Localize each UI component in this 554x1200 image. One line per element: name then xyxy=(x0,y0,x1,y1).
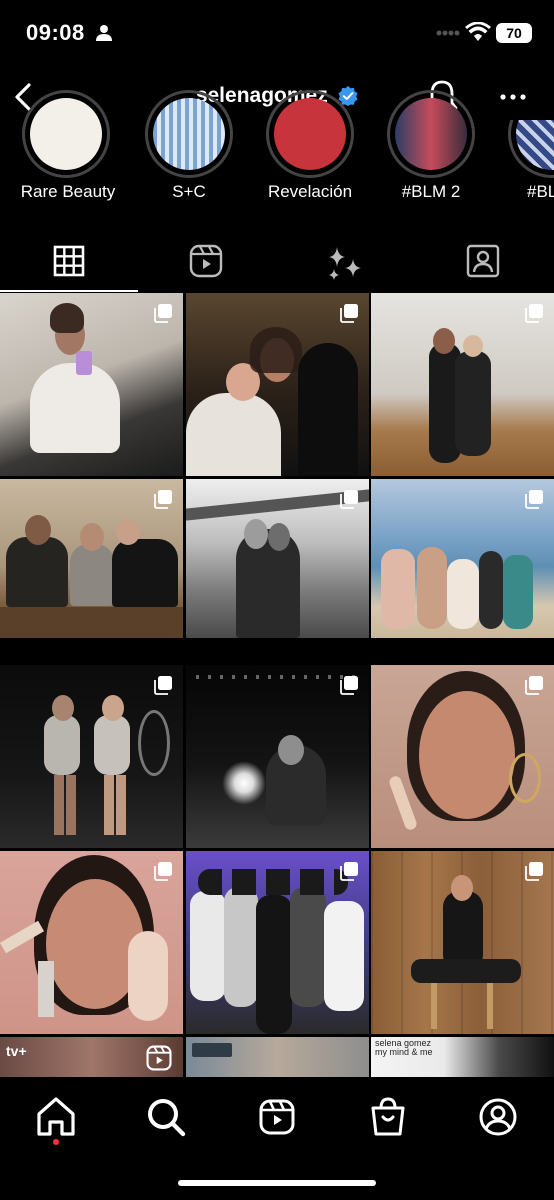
status-time: 09:08 xyxy=(26,20,85,45)
profile-icon[interactable] xyxy=(474,1093,522,1141)
highlight-label: S+C xyxy=(172,182,206,201)
post-thumbnail[interactable] xyxy=(186,665,369,848)
post-thumbnail[interactable] xyxy=(371,665,554,848)
highlight-blm-partial[interactable] xyxy=(506,120,554,178)
post-thumbnail[interactable] xyxy=(186,1037,369,1077)
post-thumbnail[interactable] xyxy=(186,851,369,1034)
highlight-label: Revelación xyxy=(267,182,353,201)
post-thumbnail[interactable]: selena gomez my mind & me xyxy=(371,1037,554,1077)
reels-icon[interactable] xyxy=(253,1093,301,1141)
carousel-badge-icon xyxy=(525,676,543,695)
more-options-icon[interactable] xyxy=(497,84,529,110)
carousel-badge-icon xyxy=(154,676,172,695)
search-icon[interactable] xyxy=(142,1093,190,1141)
carousel-badge-icon xyxy=(340,862,358,881)
battery-indicator: 70 xyxy=(496,23,532,43)
post-thumbnail[interactable]: tv+ xyxy=(0,1037,183,1077)
tab-tagged[interactable] xyxy=(414,237,554,293)
highlight-label: #BLM 2 xyxy=(401,182,461,201)
highlight-label: #BL xyxy=(527,182,554,201)
wifi-icon xyxy=(465,22,491,41)
tab-reels[interactable] xyxy=(138,237,276,293)
post-thumbnail[interactable] xyxy=(186,479,369,638)
shop-icon[interactable] xyxy=(364,1093,412,1141)
post-thumbnail[interactable] xyxy=(371,851,554,1034)
sparkles-icon xyxy=(329,247,361,280)
reel-badge-icon xyxy=(146,1045,172,1071)
highlight-label: Rare Beauty xyxy=(20,182,116,201)
post-thumbnail[interactable] xyxy=(371,479,554,638)
grid-icon xyxy=(53,245,85,277)
home-icon[interactable] xyxy=(32,1093,80,1141)
tab-collabs[interactable] xyxy=(276,237,414,293)
carousel-badge-icon xyxy=(154,490,172,509)
carousel-badge-icon xyxy=(340,676,358,695)
post-thumbnail[interactable] xyxy=(0,665,183,848)
post-thumbnail[interactable] xyxy=(0,293,183,476)
person-icon xyxy=(96,25,112,41)
home-indicator xyxy=(178,1180,376,1186)
carousel-badge-icon xyxy=(525,304,543,323)
highlight-blm-2[interactable] xyxy=(385,90,481,178)
active-tab-indicator xyxy=(0,290,138,292)
carousel-badge-icon xyxy=(154,304,172,323)
documentary-title: selena gomez my mind & me xyxy=(375,1038,433,1057)
highlight-revelacion[interactable] xyxy=(264,90,360,178)
post-thumbnail[interactable] xyxy=(371,293,554,476)
carousel-badge-icon xyxy=(525,490,543,509)
tagged-icon xyxy=(466,244,500,278)
carousel-badge-icon xyxy=(340,304,358,323)
reels-icon xyxy=(189,244,223,278)
post-thumbnail[interactable] xyxy=(0,479,183,638)
notification-dot xyxy=(53,1139,59,1145)
carousel-badge-icon xyxy=(340,490,358,509)
apple-tv-label: tv+ xyxy=(6,1043,27,1059)
post-thumbnail[interactable] xyxy=(0,851,183,1034)
post-thumbnail[interactable] xyxy=(186,293,369,476)
tab-posts[interactable] xyxy=(0,237,138,293)
carousel-badge-icon xyxy=(525,862,543,881)
signal-icon xyxy=(436,30,460,36)
highlight-s-c[interactable] xyxy=(143,90,239,178)
highlight-rare-beauty[interactable] xyxy=(20,90,116,178)
carousel-badge-icon xyxy=(154,862,172,881)
status-bar: 09:08 70 xyxy=(0,0,554,66)
